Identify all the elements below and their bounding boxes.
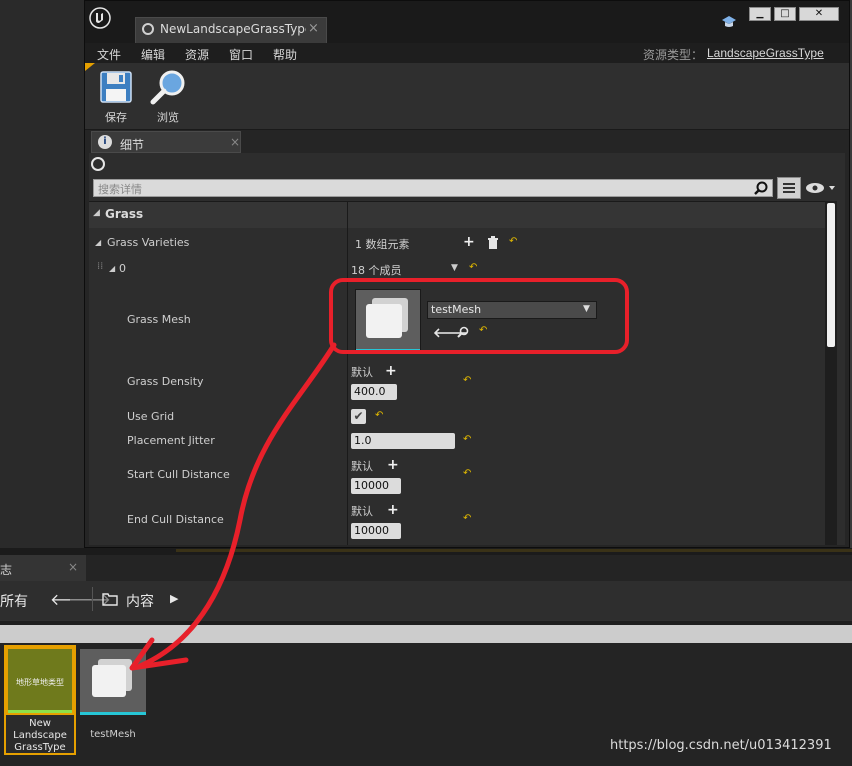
annotation-arrow (129, 342, 337, 671)
